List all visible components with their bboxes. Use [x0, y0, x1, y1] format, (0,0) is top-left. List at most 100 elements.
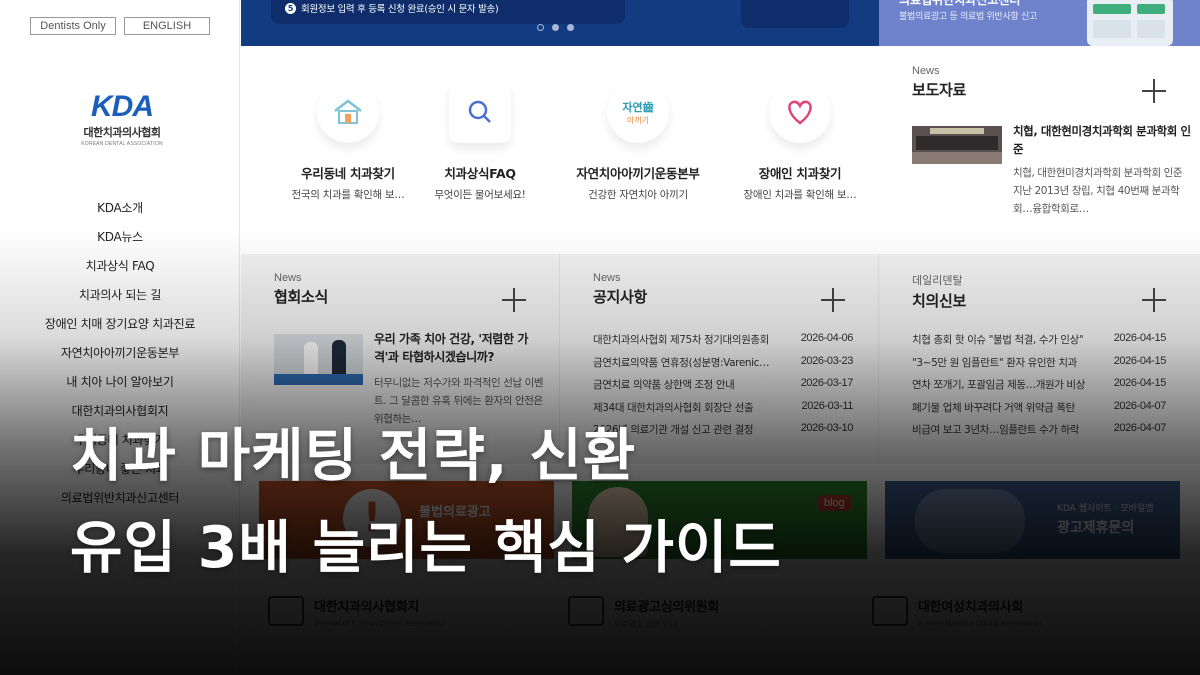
quick-title: 장애인 치과찾기: [758, 166, 842, 181]
daily-header: 데일리덴탈 치의신보: [912, 272, 966, 311]
notices-header: News 공지사항: [593, 272, 647, 307]
nav-item-tooth-age[interactable]: 내 치아 나이 알아보기: [0, 372, 240, 401]
pagination-dot[interactable]: [567, 24, 574, 31]
banner-step: 5 회원정보 입력 후 등록 신청 완료(승인 시 문자 발송): [285, 1, 499, 15]
association-header: News 협회소식: [274, 272, 328, 307]
pagination-dot-active[interactable]: [552, 24, 559, 31]
item-title: 연차 쪼개기, 포괄임금 제동…개원가 비상: [912, 379, 1085, 391]
item-title: 치협 총회 핫 이슈 "불법 척결, 수가 인상": [912, 334, 1084, 346]
item-date: 2026-04-15: [1113, 332, 1167, 344]
plus-icon[interactable]: [1142, 288, 1166, 312]
quick-find-dentist[interactable]: 우리동네 치과찾기 전국의 치과를 확인해 보…: [273, 81, 423, 202]
quick-desc: 무엇이든 물어보세요!: [434, 189, 526, 201]
section-title: 치의신보: [912, 292, 967, 310]
banner-dark-block: [741, 0, 849, 28]
item-date: 2026-04-15: [1113, 354, 1167, 367]
nav-item-longterm-care[interactable]: 장애인 치매 장기요양 치과진료: [0, 314, 240, 343]
natural-teeth-icon: 자연齒 아끼기: [607, 81, 669, 143]
ad-review-link[interactable]: 의료광고심의위원회 의료광고 심의 안내: [568, 596, 719, 630]
plus-icon[interactable]: [1142, 79, 1166, 103]
nav-item-natural-teeth[interactable]: 자연치아아끼기운동본부: [0, 343, 240, 372]
quick-faq[interactable]: 치과상식FAQ 무엇이든 물어보세요!: [405, 81, 555, 202]
item-date: 2026-04-06: [800, 332, 854, 344]
item-title: 금연치료 의약품 상한액 조정 안내: [593, 379, 735, 391]
list-item[interactable]: 연차 쪼개기, 포괄임금 제동…개원가 비상 2026-04-15: [912, 377, 1166, 400]
top-links: Dentists Only ENGLISH: [30, 17, 210, 35]
heart-icon: [769, 81, 831, 143]
item-title: 대한치과의사협회 제75차 정기대의원총회: [593, 334, 769, 346]
headline-line-2: 유입 3배 늘리는 핵심 가이드: [70, 515, 782, 581]
section-title: 협회소식: [274, 288, 329, 306]
women-dentists-link[interactable]: 대한여성치과의사회 Korean Women Dental Associatio…: [872, 596, 1041, 628]
press-section: News 보도자료 치협, 대한현미경치과학회 분과학회 인준 치협, 대한현미…: [879, 46, 1200, 254]
nav-item-become-dentist[interactable]: 치과의사 되는 길: [0, 285, 240, 314]
quick-desc: 건강한 자연치아 아끼기: [588, 189, 688, 201]
list-item[interactable]: "3~5만 원 임플란트" 환자 유인한 치과 2026-04-15: [912, 355, 1166, 378]
ad-review-icon: [568, 596, 604, 626]
banner-pagination: [537, 24, 574, 31]
nav-item-faq[interactable]: 치과상식 FAQ: [0, 256, 240, 285]
svg-text:아끼기: 아끼기: [627, 115, 649, 125]
quick-natural-teeth[interactable]: 자연齒 아끼기 자연치아아끼기운동본부 건강한 자연치아 아끼기: [563, 81, 713, 202]
link-subtitle: 의료광고 심의 안내: [614, 620, 678, 629]
main-banner[interactable]: 5 회원정보 입력 후 등록 신청 완료(승인 시 문자 발송): [241, 0, 879, 46]
quick-title: 자연치아아끼기운동본부: [576, 166, 700, 181]
quick-title: 치과상식FAQ: [444, 166, 516, 181]
section-kicker: News: [912, 65, 940, 77]
association-item-title[interactable]: 우리 가족 치아 건강, '저렴한 가격'과 타협하시겠습니까?: [374, 330, 546, 366]
quick-menu: 우리동네 치과찾기 전국의 치과를 확인해 보… 치과상식FAQ 무엇이든 물어…: [241, 46, 879, 254]
item-title: "3~5만 원 임플란트" 환자 유인한 치과: [912, 356, 1077, 369]
step-number: 5: [285, 2, 296, 14]
journal-link[interactable]: 대한치과의사협회지 Journal of Korean Dental Assoc…: [268, 596, 445, 628]
section-title: 보도자료: [912, 81, 967, 99]
association-thumbnail[interactable]: [274, 334, 363, 385]
list-item[interactable]: 금연치료 의약품 상한액 조정 안내 2026-03-17: [593, 377, 853, 400]
logo-name-ko: 대한치과의사협회: [83, 126, 161, 139]
journal-icon: [268, 596, 304, 626]
section-kicker: 데일리덴탈: [912, 275, 963, 287]
report-center-banner[interactable]: 의료법위반치과신고센터 불법의료광고 등 의료법 위반사항 신고: [879, 0, 1200, 46]
press-thumbnail[interactable]: [912, 126, 1002, 164]
women-dentists-icon: [872, 596, 908, 626]
link-subtitle: Journal of Korean Dental Association: [314, 619, 446, 628]
link-title: 대한여성치과의사회: [918, 600, 1023, 615]
item-date: 2026-03-23: [800, 354, 854, 367]
pagination-dot[interactable]: [537, 24, 544, 31]
phone-illustration: [1087, 0, 1173, 46]
kda-logo[interactable]: KDA 대한치과의사협회 KOREAN DENTAL ASSOCIATION: [74, 90, 170, 148]
press-item-title[interactable]: 치협, 대한현미경치과학회 분과학회 인준: [1013, 122, 1191, 158]
nav-item-kda-news[interactable]: KDA뉴스: [0, 227, 240, 256]
quick-title: 우리동네 치과찾기: [301, 166, 395, 181]
plus-icon[interactable]: [821, 288, 845, 312]
section-kicker: News: [274, 272, 302, 284]
link-subtitle: Korean Women Dental Association: [918, 619, 1042, 628]
item-date: 2026-04-15: [1113, 377, 1167, 389]
list-item[interactable]: 금연치료의약품 연휴정(성분명:Varenicline) 2026-03-23: [593, 355, 853, 378]
link-title: 의료광고심의위원회: [614, 600, 719, 615]
press-header: News 보도자료: [912, 65, 966, 100]
quick-desc: 장애인 치과를 확인해 보…: [743, 189, 857, 201]
item-date: 2026-03-17: [800, 377, 854, 389]
report-banner-title: 의료법위반치과신고센터: [899, 0, 1021, 7]
plus-icon[interactable]: [502, 288, 526, 312]
section-kicker: News: [593, 272, 621, 284]
svg-text:자연齒: 자연齒: [622, 100, 653, 114]
section-title: 공지사항: [593, 288, 648, 306]
english-button[interactable]: ENGLISH: [124, 17, 210, 35]
report-banner-text: 불법의료광고 등 의료법 위반사항 신고: [899, 12, 1037, 22]
map-dental-icon: [317, 81, 379, 143]
step-text: 회원정보 입력 후 등록 신청 완료(승인 시 문자 발송): [301, 4, 499, 15]
search-q-icon: [449, 81, 511, 143]
quick-desc: 전국의 치과를 확인해 보…: [291, 189, 405, 201]
logo-mark: KDA: [91, 90, 154, 123]
quick-disabled-dentist[interactable]: 장애인 치과찾기 장애인 치과를 확인해 보…: [725, 81, 875, 202]
item-title: 금연치료의약품 연휴정(성분명:Varenicline): [593, 356, 771, 369]
list-item[interactable]: 대한치과의사협회 제75차 정기대의원총회 2026-04-06: [593, 332, 853, 355]
headline-overlay: 치과 마케팅 전략, 신환 유입 3배 늘리는 핵심 가이드: [70, 410, 1170, 594]
nav-item-kda-intro[interactable]: KDA소개: [0, 198, 240, 227]
dentists-only-button[interactable]: Dentists Only: [30, 17, 116, 35]
logo-name-en: KOREAN DENTAL ASSOCIATION: [81, 141, 163, 147]
link-title: 대한치과의사협회지: [314, 600, 419, 615]
list-item[interactable]: 치협 총회 핫 이슈 "불법 척결, 수가 인상" 2026-04-15: [912, 332, 1166, 355]
headline-line-1: 치과 마케팅 전략, 신환: [70, 423, 637, 489]
